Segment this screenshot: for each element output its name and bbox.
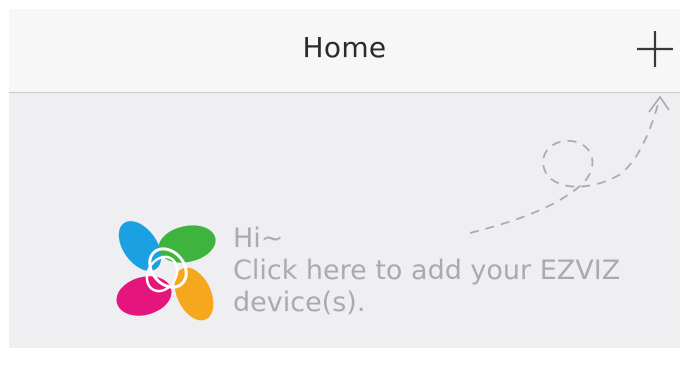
add-device-hint: Hi~ Click here to add your EZVIZ device(… [233,223,653,319]
hint-greeting: Hi~ [233,223,284,254]
app-screen: Home Hi~ Click here to add your EZVIZ de… [9,9,680,366]
hint-line-2: device(s). [233,287,366,318]
hint-line-1: Click here to add your EZVIZ [233,255,621,286]
ezviz-logo [116,221,216,321]
